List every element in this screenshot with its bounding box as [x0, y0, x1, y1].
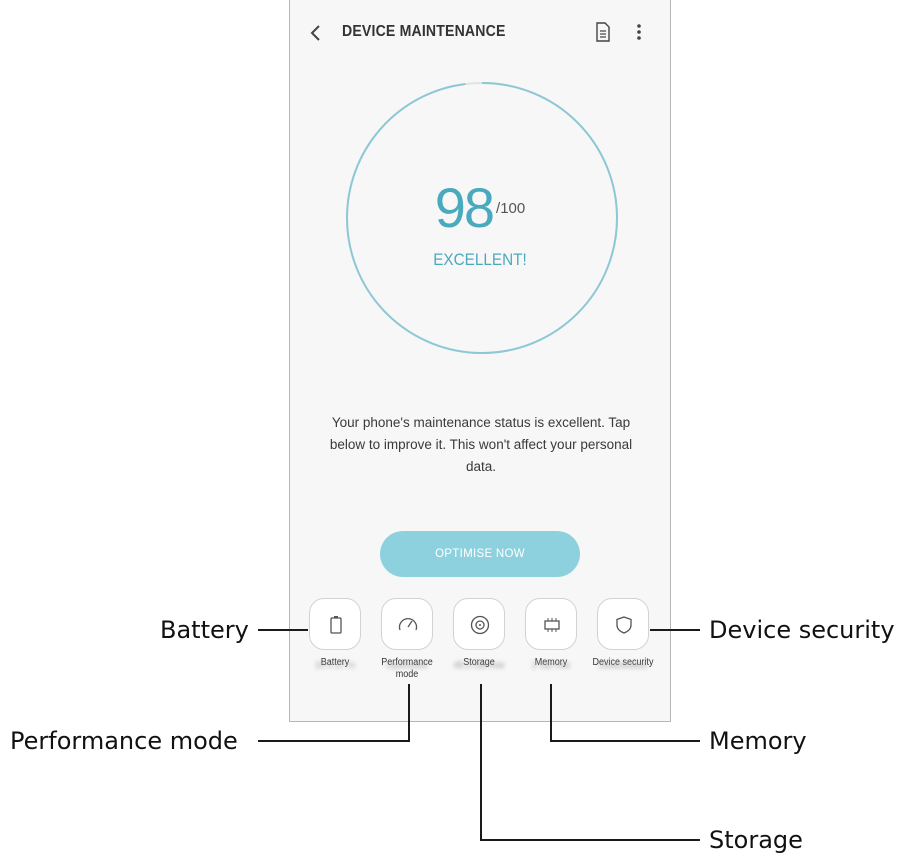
memory-status: 2 GB free — [531, 660, 571, 670]
score-status: EXCELLENT! — [433, 250, 527, 269]
score-value: 98 — [434, 176, 495, 239]
page-title: DEVICE MAINTENANCE — [342, 23, 506, 40]
device-security-tile-box[interactable] — [597, 598, 649, 650]
device-security-status: Deactivated — [599, 660, 647, 670]
memory-callout-line-v — [550, 684, 552, 742]
battery-callout-line — [258, 629, 308, 631]
battery-callout: Battery — [160, 616, 249, 644]
memory-tile[interactable]: Memory — [516, 598, 586, 669]
memory-callout-line-h — [550, 740, 700, 742]
storage-callout-line-h — [480, 839, 700, 841]
device-security-callout: Device security — [709, 616, 895, 644]
storage-status: 48.3 GB free — [453, 660, 505, 670]
storage-callout: Storage — [709, 826, 803, 854]
device-security-tile[interactable]: Device security — [588, 598, 658, 669]
memory-callout: Memory — [709, 727, 807, 755]
device-security-callout-line — [650, 629, 700, 631]
storage-tile[interactable]: Storage — [444, 598, 514, 669]
performance-mode-callout-line-v — [408, 684, 410, 742]
storage-icon — [470, 615, 490, 635]
back-icon[interactable] — [308, 22, 324, 44]
report-icon[interactable] — [595, 22, 611, 42]
status-description: Your phone's maintenance status is excel… — [329, 415, 633, 474]
score-display: 98/100 — [290, 178, 670, 238]
optimise-now-button[interactable]: OPTIMISE NOW — [380, 531, 580, 577]
app-bar: DEVICE MAINTENANCE — [290, 0, 670, 66]
memory-chip-icon — [544, 618, 560, 632]
battery-tile-box[interactable] — [309, 598, 361, 650]
performance-mode-status: Optimised — [386, 660, 428, 670]
phone-screen: DEVICE MAINTENANCE 98/100 EXCELLENT! You… — [289, 0, 671, 722]
battery-tile[interactable]: Battery — [300, 598, 370, 669]
performance-gauge-icon — [398, 617, 418, 631]
more-options-icon[interactable] — [635, 22, 643, 42]
shield-icon — [616, 616, 632, 634]
performance-mode-callout: Performance mode — [10, 727, 238, 755]
performance-mode-tile-box[interactable] — [381, 598, 433, 650]
battery-status: 10 h 27 m — [314, 660, 356, 670]
storage-tile-box[interactable] — [453, 598, 505, 650]
memory-tile-box[interactable] — [525, 598, 577, 650]
storage-callout-line-v — [480, 684, 482, 841]
score-max: /100 — [496, 200, 526, 217]
performance-mode-callout-line-h — [258, 740, 410, 742]
battery-icon — [330, 616, 342, 634]
